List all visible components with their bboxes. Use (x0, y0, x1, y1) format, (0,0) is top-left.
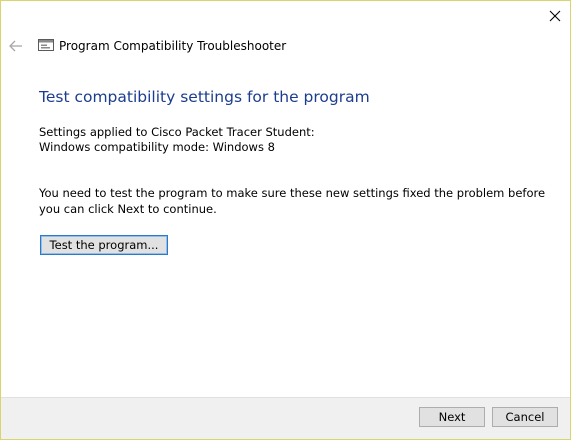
next-button[interactable]: Next (419, 407, 485, 427)
compatibility-mode-label: Windows compatibility mode: Windows 8 (39, 140, 275, 154)
instruction-text: You need to test the program to make sur… (39, 186, 546, 216)
program-compatibility-icon (38, 39, 54, 51)
window-title: Program Compatibility Troubleshooter (59, 39, 287, 53)
close-icon (549, 10, 561, 22)
footer-bar: Next Cancel (1, 397, 570, 439)
test-program-button[interactable]: Test the program... (40, 235, 168, 255)
cancel-button[interactable]: Cancel (492, 407, 558, 427)
troubleshooter-window: Program Compatibility Troubleshooter Tes… (0, 0, 571, 440)
back-arrow-icon (9, 40, 22, 52)
page-heading: Test compatibility settings for the prog… (39, 88, 370, 106)
settings-applied-label: Settings applied to Cisco Packet Tracer … (39, 125, 315, 139)
close-button[interactable] (542, 3, 568, 29)
back-button[interactable] (7, 37, 25, 55)
